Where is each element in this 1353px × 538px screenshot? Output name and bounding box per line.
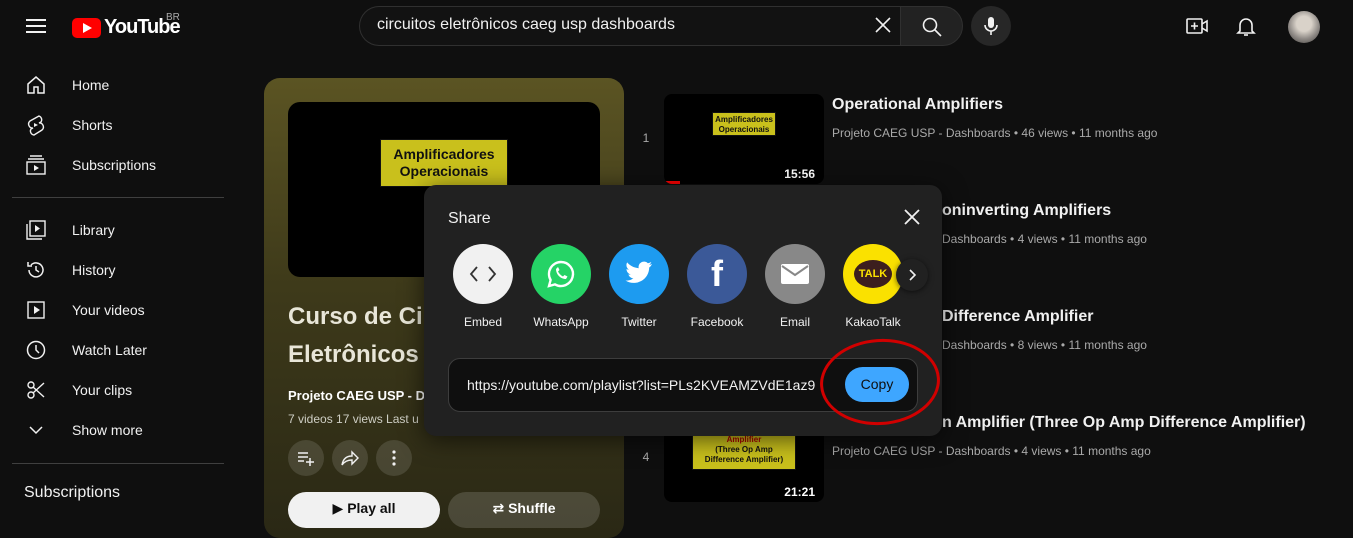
sidebar-item-label: Home — [72, 77, 110, 93]
notifications-bell-icon[interactable] — [1234, 14, 1258, 43]
watch-later-icon — [24, 338, 48, 362]
close-icon[interactable] — [900, 205, 924, 229]
share-option-facebook[interactable]: f Facebook — [679, 244, 755, 329]
video-meta: Projeto CAEG USP - Dashboards • 4 views … — [832, 444, 1151, 458]
playlist-title: Curso de Ci Eletrônicos — [288, 303, 423, 368]
chevron-right-icon — [909, 269, 917, 281]
sidebar-item-label: History — [72, 262, 116, 278]
sidebar-item-shorts[interactable]: Shorts — [12, 105, 216, 145]
share-icon — [341, 450, 359, 466]
your-videos-icon — [24, 298, 48, 322]
video-title[interactable]: Operational Amplifiers — [832, 96, 1003, 114]
video-meta: Dashboards • 8 views • 11 months ago — [942, 338, 1147, 352]
history-icon — [24, 258, 48, 282]
whatsapp-icon — [531, 244, 591, 304]
shuffle-label: Shuffle — [508, 500, 556, 516]
youtube-logo[interactable]: YouTube — [72, 16, 181, 39]
share-option-label: Twitter — [621, 315, 657, 329]
share-option-embed[interactable]: Embed — [445, 244, 521, 329]
kakaotalk-icon: TALK — [843, 244, 903, 304]
chevron-down-icon — [24, 418, 48, 442]
play-icon: ▶ — [332, 500, 344, 516]
search-icon — [922, 17, 942, 37]
playlist-stats: 7 videos 17 views Last u — [288, 412, 419, 426]
share-option-label: Embed — [463, 315, 503, 329]
microphone-icon — [984, 17, 998, 35]
share-option-whatsapp[interactable]: WhatsApp — [523, 244, 599, 329]
thumbnail-caption: Amplificadores Operacionais — [712, 112, 776, 136]
search-button[interactable] — [900, 6, 963, 46]
share-option-label: WhatsApp — [533, 315, 589, 329]
sidebar-item-label: Subscriptions — [72, 157, 157, 173]
shuffle-icon: ⇄ — [492, 500, 505, 516]
sidebar-item-history[interactable]: History — [12, 250, 216, 290]
share-playlist-button[interactable] — [332, 440, 368, 476]
share-url-text[interactable]: https://youtube.com/playlist?list=PLs2KV… — [467, 377, 823, 393]
search-input-value[interactable]: circuitos eletrônicos caeg usp dashboard… — [377, 16, 675, 34]
watch-progress-bar — [664, 181, 680, 184]
share-option-twitter[interactable]: Twitter — [601, 244, 677, 329]
sidebar-item-label: Your clips — [72, 382, 133, 398]
library-icon — [24, 218, 48, 242]
sidebar-item-label: Library — [72, 222, 115, 238]
home-icon — [24, 73, 48, 97]
playlist-owner[interactable]: Projeto CAEG USP - D — [288, 388, 425, 403]
twitter-icon — [609, 244, 669, 304]
kakaotalk-badge: TALK — [854, 260, 892, 288]
menu-icon[interactable] — [24, 14, 48, 38]
share-option-label: KakaoTalk — [845, 315, 901, 329]
avatar[interactable] — [1288, 11, 1320, 43]
next-share-options-button[interactable] — [896, 259, 928, 291]
video-thumbnail[interactable]: Amplificadores Operacionais 15:56 — [664, 94, 824, 184]
play-all-button[interactable]: ▶ Play all — [288, 492, 440, 528]
sidebar-item-label: Shorts — [72, 117, 113, 133]
video-title[interactable]: n Amplifier (Three Op Amp Difference Amp… — [942, 414, 1306, 432]
sidebar-item-label: Your videos — [72, 302, 145, 318]
video-title[interactable]: oninverting Amplifiers — [942, 202, 1111, 220]
divider — [12, 197, 224, 198]
video-index: 1 — [642, 131, 650, 145]
share-option-kakaotalk[interactable]: TALK KakaoTalk — [835, 244, 911, 329]
thumbnail-caption: Amplifier (Three Op Amp Difference Ampli… — [692, 432, 796, 470]
subscriptions-icon — [24, 153, 48, 177]
subscriptions-heading: Subscriptions — [24, 484, 121, 501]
divider — [12, 463, 224, 464]
video-meta: Dashboards • 4 views • 11 months ago — [942, 232, 1147, 246]
add-to-queue-icon — [298, 452, 314, 466]
voice-search-button[interactable] — [971, 6, 1011, 46]
sidebar-item-your-clips[interactable]: Your clips — [12, 370, 216, 410]
thumbnail-caption: Amplificadores Operacionais — [380, 139, 508, 187]
share-dialog-title: Share — [448, 210, 491, 227]
save-playlist-button[interactable] — [288, 440, 324, 476]
shuffle-button[interactable]: ⇄ Shuffle — [448, 492, 600, 528]
sidebar-item-home[interactable]: Home — [12, 65, 216, 105]
more-vertical-icon — [392, 450, 396, 466]
scissors-icon — [24, 378, 48, 402]
sidebar-item-label: Show more — [72, 422, 143, 438]
play-logo-icon — [72, 17, 101, 38]
sidebar-item-label: Watch Later — [72, 342, 147, 358]
embed-icon — [453, 244, 513, 304]
more-options-button[interactable] — [376, 440, 412, 476]
sidebar-item-show-more[interactable]: Show more — [12, 410, 216, 450]
sidebar-item-library[interactable]: Library — [12, 210, 216, 250]
video-duration: 21:21 — [781, 485, 818, 499]
share-option-email[interactable]: Email — [757, 244, 833, 329]
sidebar-item-watch-later[interactable]: Watch Later — [12, 330, 216, 370]
share-option-label: Facebook — [690, 315, 744, 329]
create-video-icon[interactable] — [1185, 14, 1209, 43]
video-duration: 15:56 — [781, 167, 818, 181]
facebook-icon: f — [687, 244, 747, 304]
country-code: BR — [166, 12, 180, 23]
video-meta: Projeto CAEG USP - Dashboards • 46 views… — [832, 126, 1158, 140]
shorts-icon — [24, 113, 48, 137]
email-icon — [765, 244, 825, 304]
sidebar-item-your-videos[interactable]: Your videos — [12, 290, 216, 330]
video-title[interactable]: Difference Amplifier — [942, 308, 1093, 326]
video-index: 4 — [642, 450, 650, 464]
clear-search-icon[interactable] — [872, 14, 894, 36]
sidebar-item-subscriptions[interactable]: Subscriptions — [12, 145, 216, 185]
share-option-label: Email — [779, 315, 810, 329]
play-all-label: Play all — [347, 500, 396, 516]
